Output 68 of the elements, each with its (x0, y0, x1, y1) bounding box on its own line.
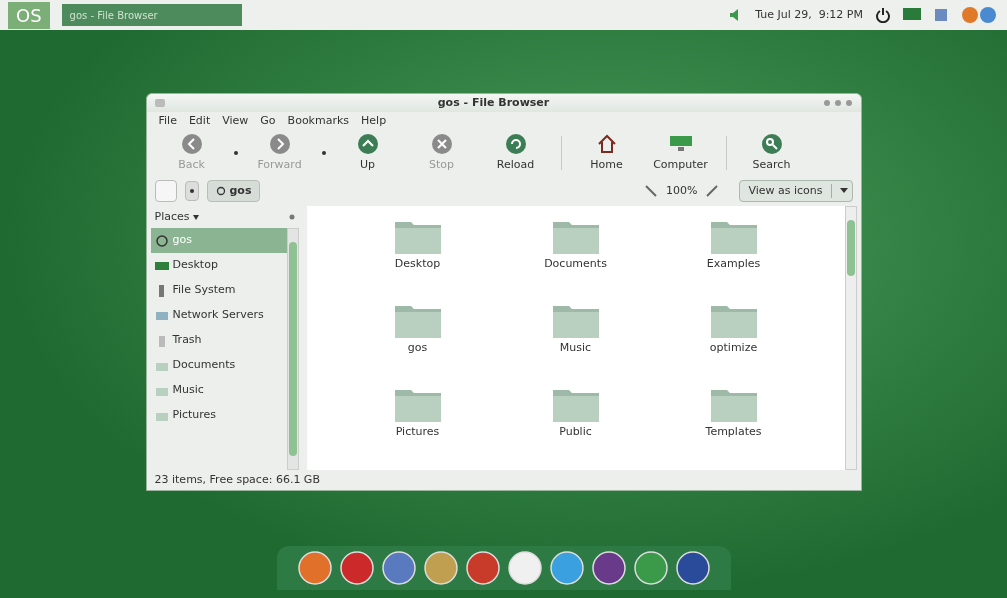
app-icon[interactable] (590, 550, 627, 586)
menu-item[interactable]: Help (361, 112, 387, 130)
sidebar-header[interactable]: Places (154, 208, 289, 226)
forward-icon (268, 132, 291, 155)
folder-name[interactable]: Pictures (395, 424, 440, 441)
app-icon[interactable] (506, 550, 543, 586)
sidebar-label: gos (172, 232, 192, 249)
sidebar-label: Documents (172, 357, 236, 374)
toolbar-button[interactable]: Computer (647, 132, 714, 174)
power-icon[interactable] (875, 7, 891, 23)
caret-icon (839, 188, 848, 194)
sidebar-item[interactable]: File System (150, 278, 287, 303)
reload-icon (504, 132, 527, 155)
clock[interactable]: Tue Jul 29, 9:12 PM (755, 6, 863, 24)
zoom-level: 100% (665, 182, 698, 199)
sidebar-item[interactable]: Network Servers (150, 303, 287, 328)
folder-name[interactable]: optimize (709, 340, 758, 357)
search-icon (760, 132, 783, 155)
scrollbar[interactable] (844, 206, 857, 470)
menu-item[interactable]: File (158, 112, 177, 130)
path-button[interactable]: gos (206, 180, 261, 202)
toolbar-button[interactable]: Search (738, 132, 805, 174)
sidebar-label: Music (172, 382, 204, 399)
sidebar-label: Network Servers (172, 307, 264, 324)
folder-name[interactable]: Public (559, 424, 592, 441)
scrollbar[interactable] (286, 228, 299, 470)
up-icon (356, 132, 379, 155)
sidebar-label: Desktop (172, 257, 218, 274)
sidebar-label: Pictures (172, 407, 217, 424)
toolbar-button[interactable]: Reload (482, 132, 549, 174)
toolbar-button[interactable]: Up (334, 132, 401, 174)
menu-item[interactable]: Edit (188, 112, 211, 130)
monitor-icon[interactable] (903, 8, 921, 22)
window-controls-icon[interactable] (822, 99, 853, 107)
menu-item[interactable]: View (222, 112, 249, 130)
sidebar-label: Trash (172, 332, 202, 349)
sidebar-item[interactable]: Trash (150, 328, 287, 353)
caret-icon (193, 214, 200, 220)
folder-name[interactable]: Templates (705, 424, 762, 441)
app-icon[interactable] (632, 550, 669, 586)
stop-icon (430, 132, 453, 155)
sidebar-item[interactable]: Documents (150, 353, 287, 378)
toolbar-button[interactable]: Home (573, 132, 640, 174)
location-toggle-button[interactable] (154, 180, 177, 202)
status-text: 23 items, Free space: 66.1 GB (154, 471, 320, 488)
sidebar-item[interactable]: Pictures (150, 403, 287, 428)
menu-item[interactable]: Bookmarks (287, 112, 350, 130)
app-icon[interactable] (674, 550, 711, 586)
sidebar-item[interactable]: Desktop (150, 253, 287, 278)
folder-name[interactable]: Music (559, 340, 592, 357)
app-icon[interactable] (380, 550, 417, 586)
folder-name[interactable]: gos (407, 340, 428, 357)
app-icon[interactable] (338, 550, 375, 586)
view-mode-dropdown[interactable]: View as icons (739, 180, 853, 202)
back-icon (180, 132, 203, 155)
folder-name[interactable]: Documents (544, 256, 607, 273)
app-icon[interactable] (296, 550, 333, 586)
app-icon[interactable] (464, 550, 501, 586)
app-icon[interactable] (422, 550, 459, 586)
app-icon[interactable] (548, 550, 585, 586)
folder-name[interactable]: Examples (706, 256, 761, 273)
sidebar-item[interactable]: Music (150, 378, 287, 403)
path-scroll-button[interactable] (184, 181, 199, 201)
sidebar-label: File System (172, 282, 236, 299)
folder-name[interactable]: Desktop (394, 256, 441, 273)
window-title: gos - File Browser (436, 94, 551, 111)
tray-icon[interactable] (933, 7, 949, 23)
menu-item[interactable]: Go (260, 112, 276, 130)
